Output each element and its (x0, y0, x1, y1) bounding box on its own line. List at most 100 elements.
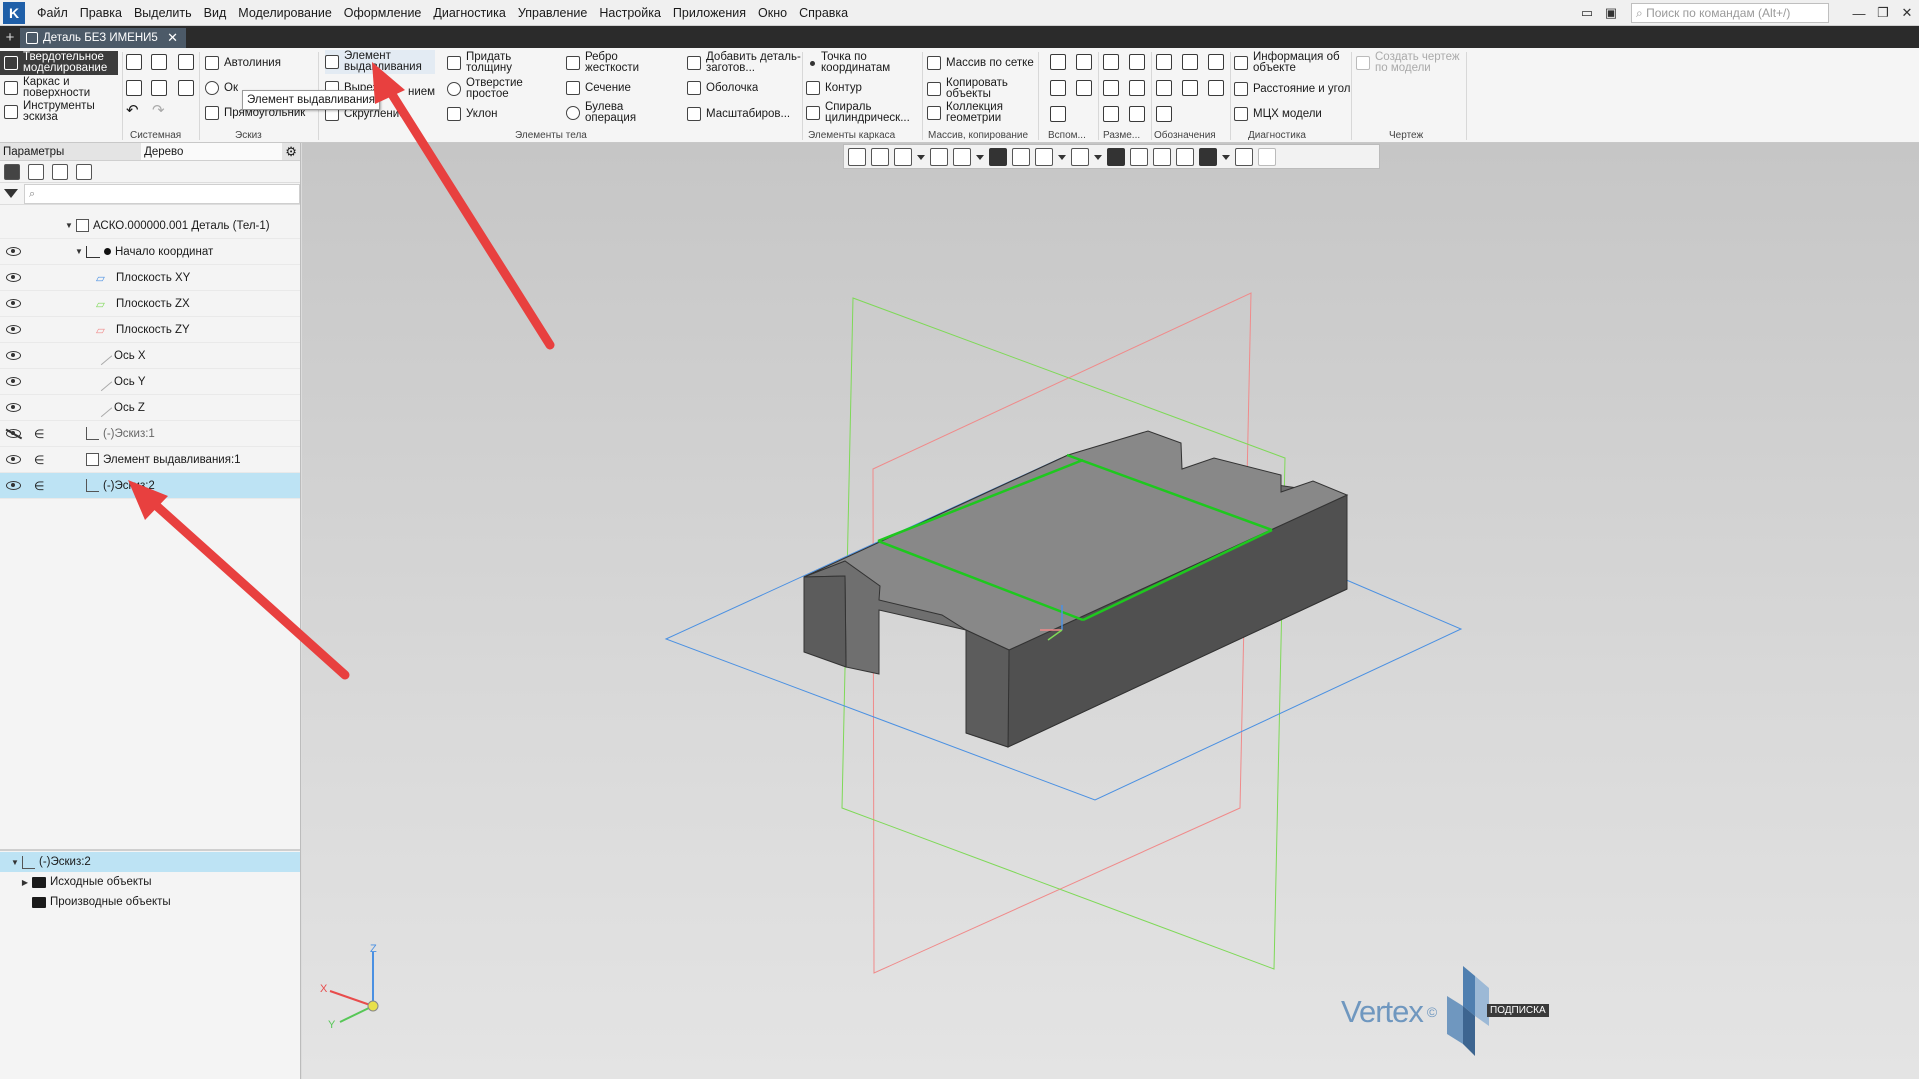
close-button[interactable]: ✕ (1895, 3, 1919, 23)
aux-line-icon[interactable] (1050, 106, 1066, 122)
menu-design[interactable]: Оформление (338, 0, 428, 26)
tree-row-part[interactable]: ▼ АСКО.000000.001 Деталь (Тел-1) (0, 213, 300, 239)
structure-icon[interactable] (28, 163, 44, 180)
save-all-icon[interactable] (178, 80, 194, 96)
layout-icon[interactable]: ▭ (1575, 3, 1599, 23)
tree-search-input[interactable]: ⌕ (24, 183, 300, 204)
eye-icon[interactable] (6, 481, 21, 490)
annot-base-icon[interactable] (1182, 54, 1198, 70)
distance-angle-button[interactable]: Расстояние и угол (1234, 77, 1353, 101)
eye-icon[interactable] (6, 351, 21, 360)
new-tab-button[interactable]: + (0, 26, 20, 48)
annot-mark-icon[interactable] (1182, 80, 1198, 96)
panel-toggle-icon[interactable]: ▣ (1599, 3, 1623, 23)
aux-offset-icon[interactable] (1050, 80, 1066, 96)
eye-icon[interactable] (6, 273, 21, 282)
category-solid-modeling[interactable]: Твердотельное моделирование (0, 51, 118, 75)
app-logo-icon[interactable]: K (3, 1, 25, 24)
contour-button[interactable]: Контур (806, 78, 862, 98)
open-file-icon[interactable] (151, 54, 167, 70)
dim-linear-icon[interactable] (1103, 54, 1119, 70)
tree-row-sketch-1[interactable]: ∈ (-)Эскиз:1 (0, 421, 300, 447)
tree-row-extrude-1[interactable]: ∈ Элемент выдавливания:1 (0, 447, 300, 473)
detail-row-source[interactable]: ▶ Исходные объекты (0, 872, 300, 892)
draft-button[interactable]: Уклон (447, 104, 498, 124)
tree-row-plane-xy[interactable]: ▱ Плоскость XY (0, 265, 300, 291)
collapse-icon[interactable]: ▼ (10, 858, 20, 867)
preview-icon[interactable] (151, 80, 167, 96)
new-file-icon[interactable] (126, 54, 142, 70)
tree-row-sketch-2[interactable]: ∈ (-)Эскиз:2 (0, 473, 300, 499)
grid-array-button[interactable]: Массив по сетке (927, 53, 1034, 73)
point-coords-button[interactable]: Точка по координатам (806, 51, 905, 75)
scale-button[interactable]: Масштабиров... (687, 104, 797, 124)
save-icon[interactable] (178, 54, 194, 70)
object-info-button[interactable]: Информация об объекте (1234, 51, 1353, 75)
dim-angle-icon[interactable] (1129, 54, 1145, 70)
boolean-button[interactable]: Булева операция (566, 101, 647, 125)
dim-auto-icon[interactable] (1103, 106, 1119, 122)
menu-modeling[interactable]: Моделирование (232, 0, 338, 26)
detail-row-sketch-2[interactable]: ▼ (-)Эскиз:2 (0, 852, 300, 872)
eye-icon[interactable] (6, 455, 21, 464)
tree-row-origin[interactable]: ▼ Начало координат (0, 239, 300, 265)
menu-select[interactable]: Выделить (128, 0, 198, 26)
undo-icon[interactable]: ↶ (126, 105, 139, 116)
restore-button[interactable]: ❐ (1871, 3, 1895, 23)
eye-icon[interactable] (6, 325, 21, 334)
shell-button[interactable]: Оболочка (687, 78, 758, 98)
tree-row-axis-z[interactable]: Ось Z (0, 395, 300, 421)
menu-settings[interactable]: Настройка (593, 0, 667, 26)
dim-chain-icon[interactable] (1129, 106, 1145, 122)
aux-point-icon[interactable] (1076, 80, 1092, 96)
eye-hidden-icon[interactable] (6, 429, 21, 438)
collapse-icon[interactable]: ▼ (64, 221, 74, 230)
aux-plane-icon[interactable] (1050, 54, 1066, 70)
dim-diameter-icon[interactable] (1129, 80, 1145, 96)
tree-row-plane-zy[interactable]: ▱ Плоскость ZY (0, 317, 300, 343)
rib-button[interactable]: Ребро жесткости (566, 51, 647, 75)
copy-objects-button[interactable]: Копировать объекты (927, 77, 1016, 101)
tree-row-axis-x[interactable]: Ось X (0, 343, 300, 369)
filter-view-icon[interactable] (76, 163, 92, 180)
section-button[interactable]: Сечение (566, 78, 631, 98)
annot-tolerance-icon[interactable] (1156, 80, 1172, 96)
eye-icon[interactable] (6, 377, 21, 386)
detail-row-derived[interactable]: Производные объекты (0, 892, 300, 912)
eye-icon[interactable] (6, 247, 21, 256)
category-sketch-tools[interactable]: Инструменты эскиза (0, 100, 118, 124)
dim-radius-icon[interactable] (1103, 80, 1119, 96)
extrude-button[interactable]: Элемент выдавливания (325, 50, 435, 74)
document-tab[interactable]: Деталь БЕЗ ИМЕНИ5 ✕ (20, 28, 186, 48)
gear-icon[interactable]: ⚙ (282, 143, 300, 161)
tree-row-axis-y[interactable]: Ось Y (0, 369, 300, 395)
filter-icon[interactable] (4, 189, 18, 198)
minimize-button[interactable]: — (1847, 3, 1871, 23)
category-surfaces[interactable]: Каркас и поверхности (0, 76, 118, 100)
circle-button[interactable]: Ок (205, 78, 238, 98)
annot-leader-icon[interactable] (1208, 54, 1224, 70)
print-icon[interactable] (126, 80, 142, 96)
add-part-button[interactable]: Добавить деталь-заготов... (687, 51, 804, 75)
menu-file[interactable]: Файл (31, 0, 74, 26)
create-drawing-button[interactable]: Создать чертеж по модели (1356, 51, 1471, 75)
collapse-icon[interactable]: ▼ (74, 247, 84, 256)
menu-control[interactable]: Управление (512, 0, 594, 26)
menu-window[interactable]: Окно (752, 0, 793, 26)
menu-view[interactable]: Вид (198, 0, 233, 26)
3d-viewport[interactable]: Z X Y (302, 143, 1919, 1079)
aux-axis-icon[interactable] (1076, 54, 1092, 70)
annot-text-icon[interactable] (1208, 80, 1224, 96)
annot-roughness-icon[interactable] (1156, 54, 1172, 70)
menu-help[interactable]: Справка (793, 0, 854, 26)
eye-icon[interactable] (6, 403, 21, 412)
tree-row-plane-zx[interactable]: ▱ Плоскость ZX (0, 291, 300, 317)
close-tab-icon[interactable]: ✕ (167, 30, 178, 46)
annot-weld-icon[interactable] (1156, 106, 1172, 122)
autoline-button[interactable]: Автолиния (205, 53, 281, 73)
redo-icon[interactable]: ↷ (152, 105, 165, 116)
menu-apps[interactable]: Приложения (667, 0, 752, 26)
thicken-button[interactable]: Придать толщину (447, 51, 528, 75)
tree-view-icon[interactable] (4, 163, 20, 180)
spiral-button[interactable]: Спираль цилиндрическ... (806, 101, 909, 125)
